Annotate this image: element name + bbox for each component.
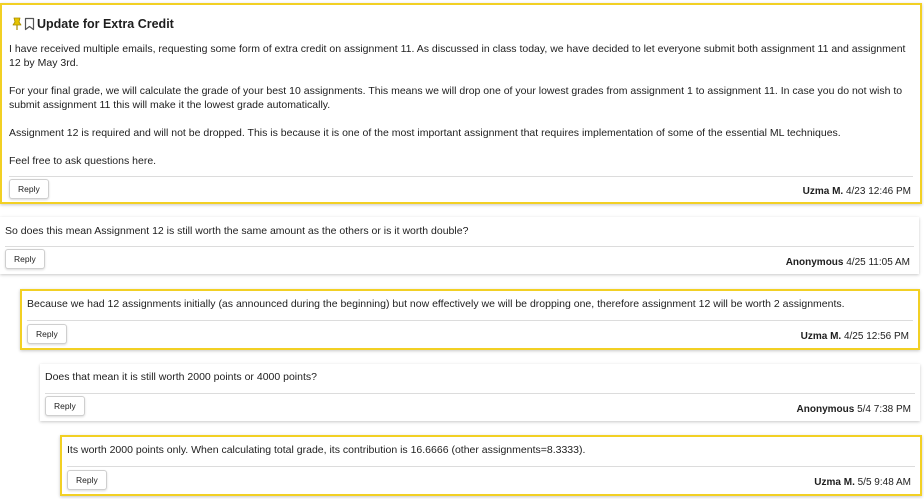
post-title: Update for Extra Credit	[37, 17, 174, 31]
body-paragraph: Feel free to ask questions here.	[9, 155, 157, 167]
post-meta: Uzma M. 4/23 12:46 PM	[803, 186, 911, 198]
reply-body: Its worth 2000 points only. When calcula…	[67, 444, 586, 456]
reply-body: So does this mean Assignment 12 is still…	[5, 225, 469, 237]
reply-timestamp: 5/4 7:38 PM	[857, 404, 911, 415]
reply-post: Its worth 2000 points only. When calcula…	[60, 435, 922, 496]
reply-post: Does that mean it is still worth 2000 po…	[40, 364, 920, 421]
body-paragraph: I have received multiple emails, request…	[9, 43, 906, 69]
author-name: Uzma M.	[814, 477, 855, 488]
reply-timestamp: 5/5 9:48 AM	[857, 477, 911, 488]
body-paragraph: Assignment 12 is required and will not b…	[9, 127, 841, 139]
reply-meta: Anonymous 5/4 7:38 PM	[797, 404, 911, 416]
reply-meta: Anonymous 4/25 11:05 AM	[786, 257, 910, 269]
reply-divider	[27, 320, 913, 321]
reply-body: Does that mean it is still worth 2000 po…	[45, 371, 317, 383]
reply-button[interactable]: Reply	[27, 324, 67, 344]
post-divider	[9, 176, 913, 177]
reply-timestamp: 4/25 11:05 AM	[846, 257, 910, 268]
body-paragraph: For your final grade, we will calculate …	[9, 85, 903, 111]
reply-button[interactable]: Reply	[5, 249, 45, 269]
author-name: Anonymous	[796, 404, 855, 415]
reply-meta: Uzma M. 5/5 9:48 AM	[814, 477, 911, 489]
announcement-post: Update for Extra Credit I have received …	[0, 3, 922, 204]
reply-button[interactable]: Reply	[9, 179, 49, 199]
reply-button[interactable]: Reply	[67, 470, 107, 490]
reply-timestamp: 4/25 12:56 PM	[843, 331, 909, 342]
reply-divider	[67, 466, 915, 467]
post-body: I have received multiple emails, request…	[9, 42, 913, 168]
reply-meta: Uzma M. 4/25 12:56 PM	[801, 331, 909, 343]
reply-divider	[5, 246, 914, 247]
reply-post: So does this mean Assignment 12 is still…	[0, 217, 919, 274]
reply-body: Because we had 12 assignments initially …	[27, 298, 845, 310]
reply-divider	[45, 393, 915, 394]
author-name: Anonymous	[785, 257, 844, 268]
author-name: Uzma M.	[802, 186, 844, 197]
post-timestamp: 4/23 12:46 PM	[845, 186, 911, 197]
bookmark-icon[interactable]	[24, 17, 35, 31]
pin-icon[interactable]	[11, 17, 23, 31]
post-title-row: Update for Extra Credit	[11, 16, 174, 32]
reply-post: Because we had 12 assignments initially …	[20, 289, 920, 350]
author-name: Uzma M.	[800, 331, 842, 342]
reply-button[interactable]: Reply	[45, 396, 85, 416]
